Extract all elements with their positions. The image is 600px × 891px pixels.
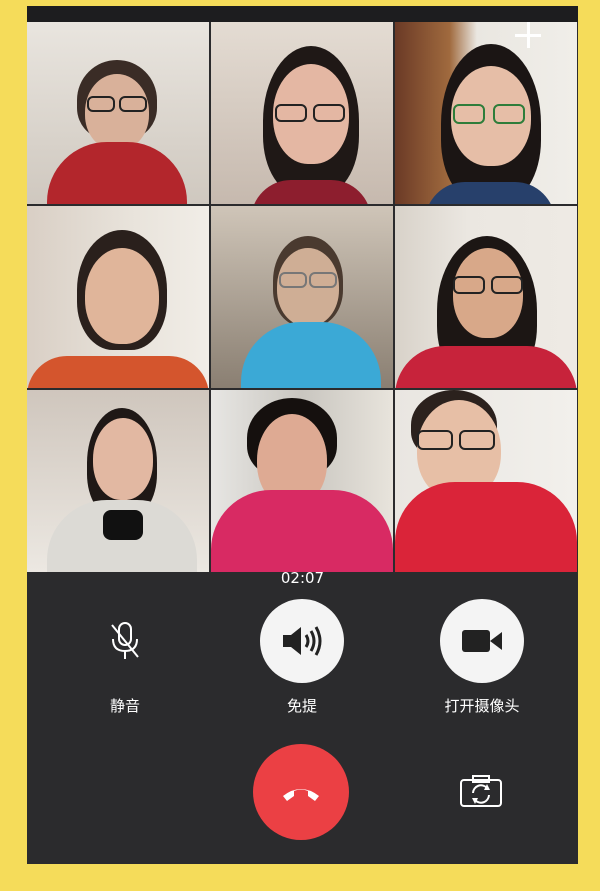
participant-video-tile[interactable] — [211, 206, 393, 388]
video-call-screen: 02:07 静音 免提 打开摄像头 — [27, 6, 578, 864]
speaker-button[interactable]: 免提 — [242, 599, 362, 716]
hangup-button[interactable] — [253, 744, 349, 840]
microphone-muted-icon — [83, 599, 167, 683]
participant-video-tile[interactable] — [211, 390, 393, 572]
speaker-icon — [260, 599, 344, 683]
camera-switch-icon[interactable] — [459, 774, 503, 808]
participant-video-tile[interactable] — [27, 22, 209, 204]
video-camera-icon — [440, 599, 524, 683]
mute-button[interactable]: 静音 — [65, 599, 185, 716]
call-timer: 02:07 — [280, 569, 325, 587]
phone-hangup-icon — [279, 780, 323, 804]
participant-grid — [27, 22, 578, 572]
camera-label: 打开摄像头 — [444, 697, 520, 715]
plus-icon[interactable] — [513, 22, 543, 50]
participant-video-tile[interactable] — [395, 22, 577, 204]
participant-video-tile[interactable] — [27, 206, 209, 388]
participant-video-tile[interactable] — [27, 390, 209, 572]
status-bar — [27, 6, 578, 22]
participant-video-tile[interactable] — [395, 390, 577, 572]
open-camera-button[interactable]: 打开摄像头 — [422, 599, 542, 716]
participant-video-tile[interactable] — [211, 22, 393, 204]
speaker-label: 免提 — [286, 697, 317, 715]
participant-video-tile[interactable] — [395, 206, 577, 388]
mute-label: 静音 — [109, 697, 140, 715]
